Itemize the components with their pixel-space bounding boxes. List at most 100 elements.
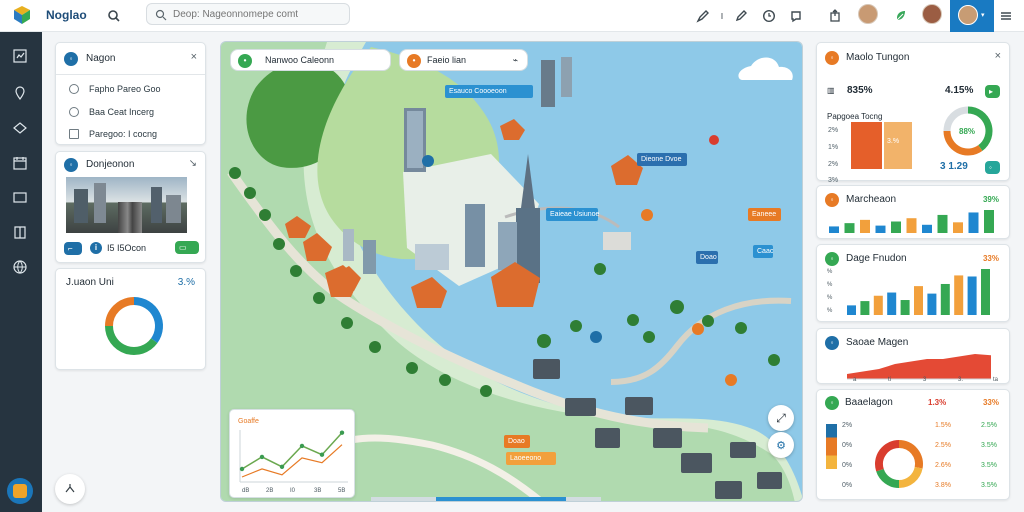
donut-chart [875,440,923,488]
share-icon[interactable] [825,6,845,26]
map-label: Laoeeono [506,452,556,465]
stat-cell: 2.5% [981,422,997,429]
line-series [241,432,343,470]
bar-chart [829,210,994,233]
avatar [958,5,978,25]
x-tick-label: ti [888,377,891,381]
map-filter-chip[interactable]: • Faeio lian ⌁ [399,49,528,71]
map-label: Eaneee [748,208,781,221]
city-map[interactable]: • Nanwoo Caleonn • Faeio lian ⌁ Esauco C… [220,41,803,502]
chat-icon[interactable] [786,6,806,26]
bar-label: 3.% [887,138,900,145]
avatar[interactable] [858,4,878,24]
pin-icon: • [238,54,252,68]
profile-icon[interactable] [7,478,33,504]
link-icon[interactable]: ⌁ [513,55,518,66]
card-value: 33% [982,254,999,263]
active-user-button[interactable]: ▾ [950,0,994,32]
pen-icon[interactable] [693,6,713,26]
left-sidebar [0,32,42,512]
card-title: Maolo Tungon [846,52,910,63]
book-icon[interactable] [10,222,30,242]
layers-icon[interactable] [10,118,30,138]
uni-card: J.uaon Uni 3.% [55,268,206,370]
card-icon: ◦ [825,396,839,410]
bar [940,283,950,315]
map-scrollbar[interactable] [371,497,601,501]
leaf-icon[interactable] [891,6,911,26]
x-tick-label: ta [993,377,999,381]
card-value: 835% [847,85,873,96]
list-item[interactable]: Paregoo: I cocng [69,126,157,142]
folder-icon[interactable] [10,187,30,207]
route-button[interactable] [55,474,85,504]
globe-icon[interactable] [10,257,30,277]
toggle-icon[interactable]: ⌐ [64,242,82,255]
donut-value: 88% [959,127,976,136]
saoae-magen-card: ◦ Saoae Magen a ti 3 3. ta [816,328,1010,384]
zoom-button[interactable]: ⤢ [768,405,794,431]
row-label: 3% [828,177,839,184]
list-item[interactable]: Fapho Pareo Goo [69,81,161,97]
menu-icon[interactable] [996,6,1016,26]
stat-cell: 3.5% [981,462,997,469]
list-item[interactable]: Baa Ceat Incerg [69,104,154,120]
donut-segment [105,325,158,355]
x-tick-label: 2B [266,488,273,494]
avatar[interactable] [922,4,942,24]
calendar-icon[interactable] [10,153,30,173]
map-scroll-thumb[interactable] [436,497,566,501]
stat-value: I5 I5Ocon [107,243,147,253]
dage-fnudon-card: ◦ Dage Fnudon 33% %%%% [816,244,1010,322]
card-percentage: 33% [982,398,999,407]
location-icon[interactable] [10,83,30,103]
clock-icon[interactable] [759,6,779,26]
map-label: Caac [753,245,773,258]
top-badge: I [720,11,724,21]
line-point [259,454,265,460]
nagon-card: ◦ Nagon × Fapho Pareo Goo Baa Ceat Incer… [55,42,206,145]
card-title: J.uaon Uni [66,277,114,288]
dashboard-icon[interactable] [10,46,30,66]
y-tick-label: % [827,269,833,275]
card-value: 3.% [177,277,195,288]
map-filter-label: Faeio lian [427,55,467,65]
donjeonon-card: ◦ Donjeonon ↘ ⌐ i I5 I5Ocon ▭ [55,151,206,263]
map-label: Eaieae Usiunoe [546,208,599,221]
edit-icon[interactable] [731,6,751,26]
donut-chart [105,297,163,355]
close-icon[interactable]: × [995,50,1001,62]
bar [900,300,910,315]
map-search-chip[interactable]: • Nanwoo Caleonn [230,49,391,71]
list-item-label: Fapho Pareo Goo [89,84,161,94]
row-label: 1% [828,144,839,151]
bar [873,295,883,315]
global-search[interactable] [146,3,350,25]
donut-segment [133,297,163,344]
map-label: Doao [696,251,718,264]
settings-button[interactable]: ⚙ [768,432,794,458]
search-input[interactable] [173,7,343,22]
search-icon[interactable] [104,6,124,26]
close-icon[interactable]: × [191,51,197,63]
bar-chart: %%%% [827,269,990,315]
card-icon: ◦ [64,52,78,66]
x-tick-label: I0 [290,488,296,494]
route-icon [65,484,75,493]
arrow-icon[interactable]: ↘ [189,158,197,169]
maolo-tungon-card: ◦ Maolo Tungon × ▥ 835% 4.15% ▸ Papgoea … [816,42,1010,184]
y-tick-label: % [827,308,833,314]
app-name: Noglao [46,8,87,22]
bar [847,305,856,315]
file-icon [69,129,79,139]
bar [844,223,855,233]
bar [954,275,964,315]
map-search-label: Nanwoo Caleonn [265,55,335,65]
donut-segment [876,468,900,488]
dropdown-icon: ▾ [981,12,985,19]
donut-segment [875,440,900,472]
bar [829,226,839,233]
baaelagon-card: ◦ Baaelagon 1.3% 33% 2% 1.5% 2.5% 0% 2.5% 3.5… [816,389,1010,500]
table-label: Papgoea Tocng [827,112,883,121]
stat-cell: 3.5% [981,442,997,449]
